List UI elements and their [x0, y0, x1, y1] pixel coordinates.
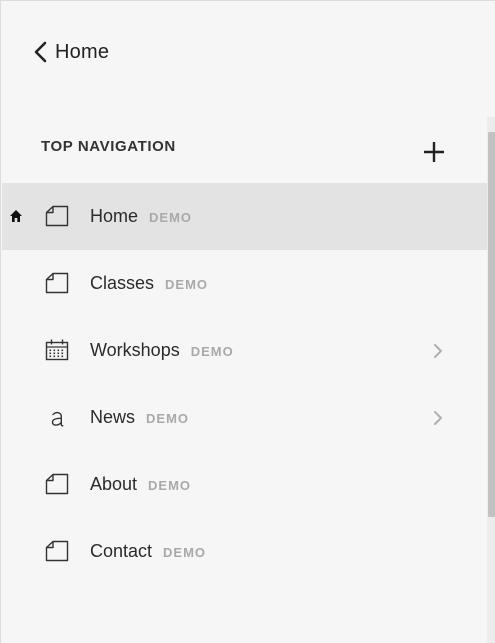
page-icon	[45, 205, 69, 227]
add-page-button[interactable]	[422, 140, 446, 164]
nav-item-name: Home	[90, 206, 139, 226]
nav-item-home[interactable]: Home DEMO	[2, 183, 487, 250]
page-icon	[45, 540, 69, 562]
nav-list: Home DEMO Classes DEMO Workshops DEMO Ne…	[2, 183, 487, 585]
chevron-right-icon[interactable]	[432, 411, 444, 425]
navigation-panel: Home TOP NAVIGATION Home DEMO Classes DE…	[0, 0, 495, 643]
plus-icon	[424, 142, 444, 162]
demo-badge: DEMO	[190, 344, 234, 359]
page-icon	[45, 272, 69, 294]
nav-item-classes[interactable]: Classes DEMO	[2, 250, 487, 317]
nav-item-name: Classes	[90, 273, 155, 293]
demo-badge: DEMO	[146, 411, 190, 426]
nav-item-label: About DEMO	[90, 474, 191, 495]
chevron-left-icon	[34, 41, 47, 63]
nav-item-name: Contact	[90, 541, 153, 561]
nav-item-contact[interactable]: Contact DEMO	[2, 518, 487, 585]
nav-item-name: News	[90, 407, 136, 427]
nav-item-workshops[interactable]: Workshops DEMO	[2, 317, 487, 384]
nav-item-label: Workshops DEMO	[90, 340, 234, 361]
chevron-right-icon[interactable]	[432, 344, 444, 358]
nav-item-label: Contact DEMO	[90, 541, 206, 562]
nav-item-news[interactable]: News DEMO	[2, 384, 487, 451]
nav-item-label: News DEMO	[90, 407, 189, 428]
demo-badge: DEMO	[148, 478, 192, 493]
page-icon	[45, 473, 69, 495]
nav-item-label: Classes DEMO	[90, 273, 208, 294]
nav-item-about[interactable]: About DEMO	[2, 451, 487, 518]
demo-badge: DEMO	[149, 210, 193, 225]
demo-badge: DEMO	[165, 277, 209, 292]
nav-item-name: Workshops	[90, 340, 180, 360]
section-title: TOP NAVIGATION	[41, 138, 176, 155]
blog-icon	[51, 411, 64, 427]
scrollbar-thumb[interactable]	[488, 132, 495, 517]
demo-badge: DEMO	[163, 545, 207, 560]
scrollbar[interactable]	[487, 117, 495, 643]
back-to-home-link[interactable]: Home	[33, 39, 109, 65]
calendar-icon	[45, 339, 69, 361]
nav-item-label: Home DEMO	[90, 206, 192, 227]
home-icon	[10, 210, 22, 222]
nav-item-name: About	[90, 474, 138, 494]
back-link-label: Home	[55, 40, 110, 63]
